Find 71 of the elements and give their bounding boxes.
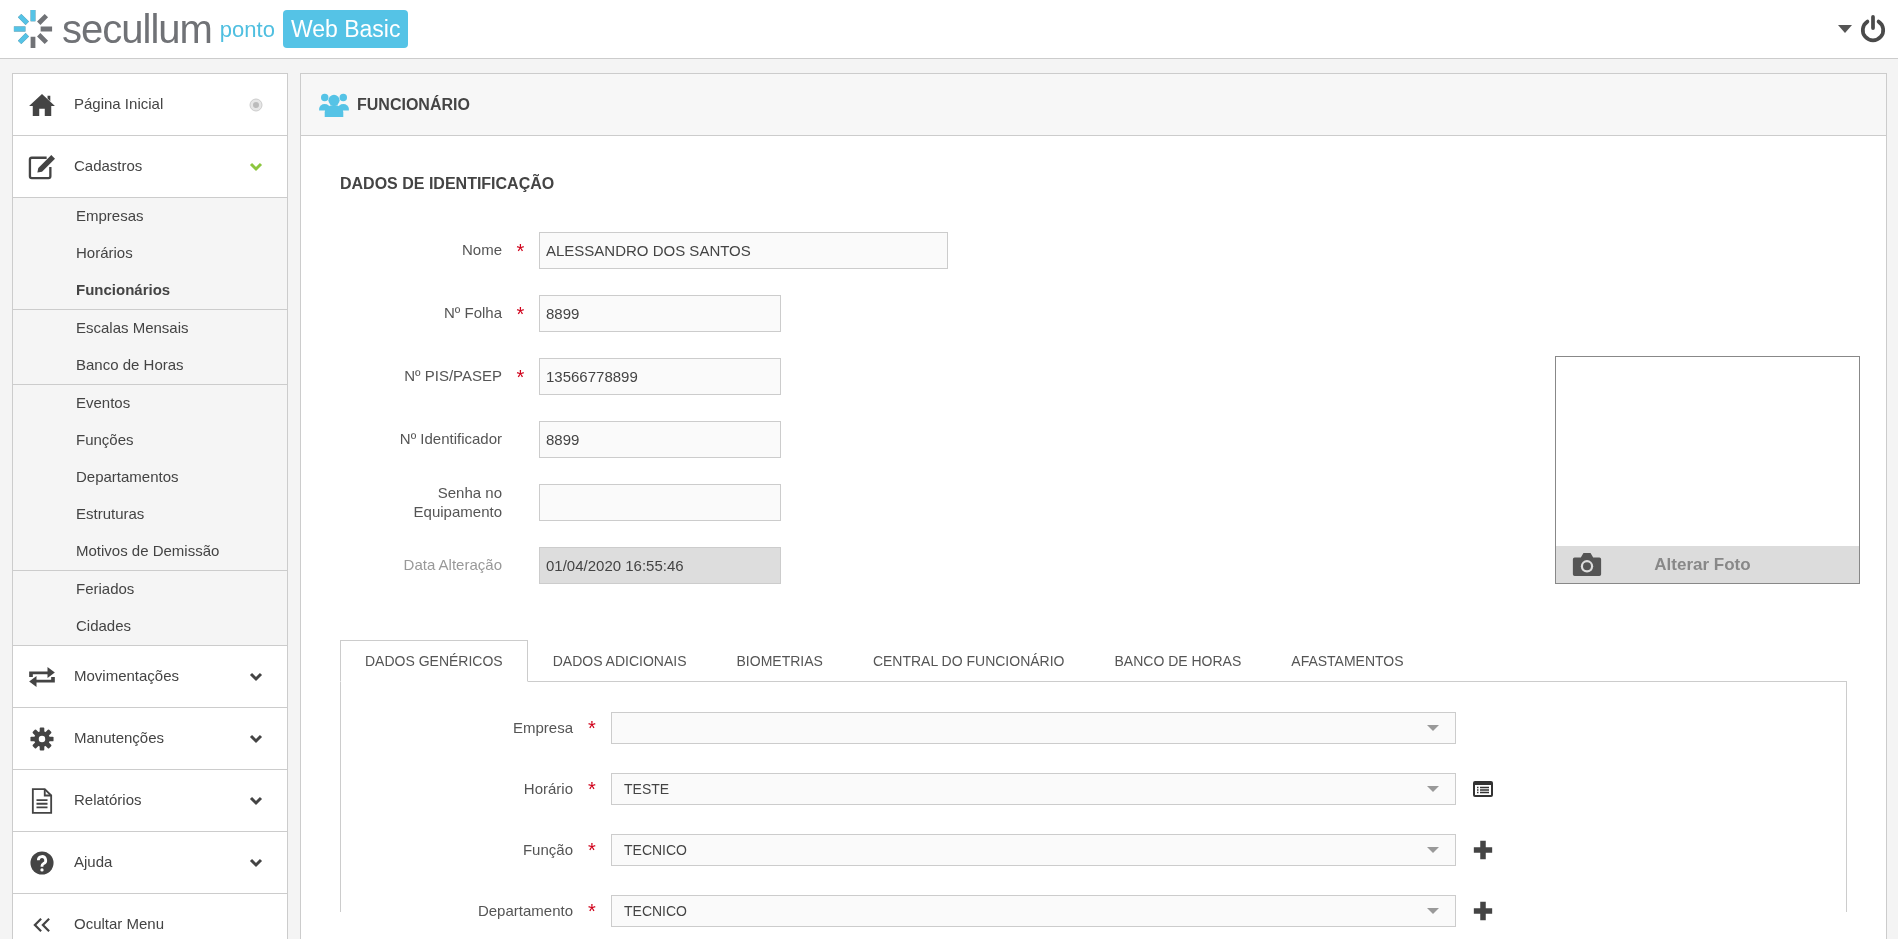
double-chevron-left-icon	[32, 916, 52, 933]
logo-icon	[12, 8, 54, 50]
sidebar-subitem[interactable]: Funcionários	[13, 272, 287, 309]
select-field[interactable]: TECNICO	[611, 895, 1456, 927]
field-label: Nº Folha	[444, 304, 502, 323]
input-field[interactable]	[539, 484, 781, 521]
select-field[interactable]	[611, 712, 1456, 744]
required-mark: *	[516, 302, 525, 325]
sidebar-subitem[interactable]: Banco de Horas	[13, 347, 287, 384]
tab[interactable]: BIOMETRIAS	[711, 640, 848, 682]
field-label: Função	[521, 839, 573, 860]
required-mark: *	[516, 365, 525, 388]
sidebar-subitem[interactable]: Estruturas	[13, 496, 287, 533]
field-label: Nome	[462, 241, 502, 260]
field-label: Empresa	[511, 717, 573, 738]
plus-icon[interactable]	[1472, 839, 1494, 861]
section-title: DADOS DE IDENTIFICAÇÃO	[340, 173, 556, 194]
users-icon	[319, 91, 349, 118]
required-mark: *	[516, 239, 525, 262]
power-icon[interactable]	[1860, 15, 1886, 43]
tab[interactable]: DADOS ADICIONAIS	[527, 640, 712, 682]
sidebar-subitem[interactable]: Motivos de Demissão	[13, 533, 287, 570]
field-label: Horário	[522, 778, 573, 799]
sidebar-subitem[interactable]: Departamentos	[13, 459, 287, 496]
required-mark: *	[588, 778, 596, 800]
home-icon	[27, 92, 57, 117]
sidebar-subitem[interactable]: Horários	[13, 235, 287, 272]
field-label: Departamento	[476, 900, 573, 921]
sidebar-subitem[interactable]: Cidades	[13, 608, 287, 645]
tab[interactable]: CENTRAL DO FUNCIONÁRIO	[847, 640, 1090, 682]
required-mark: *	[588, 717, 596, 739]
sidebar-subitem[interactable]: Empresas	[13, 198, 287, 235]
sidebar-subitem[interactable]: Escalas Mensais	[13, 310, 287, 347]
edition-badge: Web Basic	[282, 9, 409, 49]
sidebar-subitem[interactable]: Eventos	[13, 385, 287, 422]
input-field[interactable]: 8899	[539, 295, 781, 332]
input-field[interactable]: 13566778899	[539, 358, 781, 395]
tab[interactable]: DADOS GENÉRICOS	[340, 640, 528, 682]
page-title: FUNCIONÁRIO	[357, 94, 470, 115]
swap-arrows-icon	[27, 665, 57, 688]
tab[interactable]: AFASTAMENTOS	[1266, 640, 1429, 682]
input-field[interactable]: ALESSANDRO DOS SANTOS	[539, 232, 948, 269]
sidebar-item[interactable]: Manutenções	[13, 708, 287, 770]
sidebar-item[interactable]: Movimentações	[13, 646, 287, 708]
sidebar-subitem[interactable]: Feriados	[13, 571, 287, 608]
brand-name: secullum	[62, 9, 212, 49]
field-label: Nº Identificador	[399, 430, 502, 449]
field-label: Nº PIS/PASEP	[404, 367, 502, 386]
select-field[interactable]: TECNICO	[611, 834, 1456, 866]
select-field[interactable]: TESTE	[611, 773, 1456, 805]
document-icon	[31, 786, 53, 815]
edit-icon	[27, 153, 57, 180]
sidebar-subitem[interactable]: Funções	[13, 422, 287, 459]
tab[interactable]: BANCO DE HORAS	[1089, 640, 1267, 682]
list-icon[interactable]	[1472, 780, 1494, 798]
gear-icon	[30, 726, 54, 751]
required-mark: *	[588, 839, 596, 861]
caret-icon	[1838, 25, 1852, 33]
camera-icon	[1572, 552, 1602, 577]
field-label: Data Alteração	[403, 556, 502, 575]
sidebar-item[interactable]: Ocultar Menu	[13, 894, 287, 939]
sidebar-item[interactable]: Ajuda	[13, 832, 287, 894]
product-name: ponto	[219, 15, 275, 44]
field-label: Senha no Equipamento	[412, 483, 502, 522]
radio-icon	[249, 97, 263, 112]
input-field[interactable]: 8899	[539, 421, 781, 458]
sidebar-item[interactable]: Relatórios	[13, 770, 287, 832]
help-icon	[30, 850, 54, 875]
sidebar-item[interactable]: Página Inicial	[13, 74, 287, 136]
plus-icon[interactable]	[1472, 900, 1494, 922]
required-mark: *	[588, 900, 596, 922]
